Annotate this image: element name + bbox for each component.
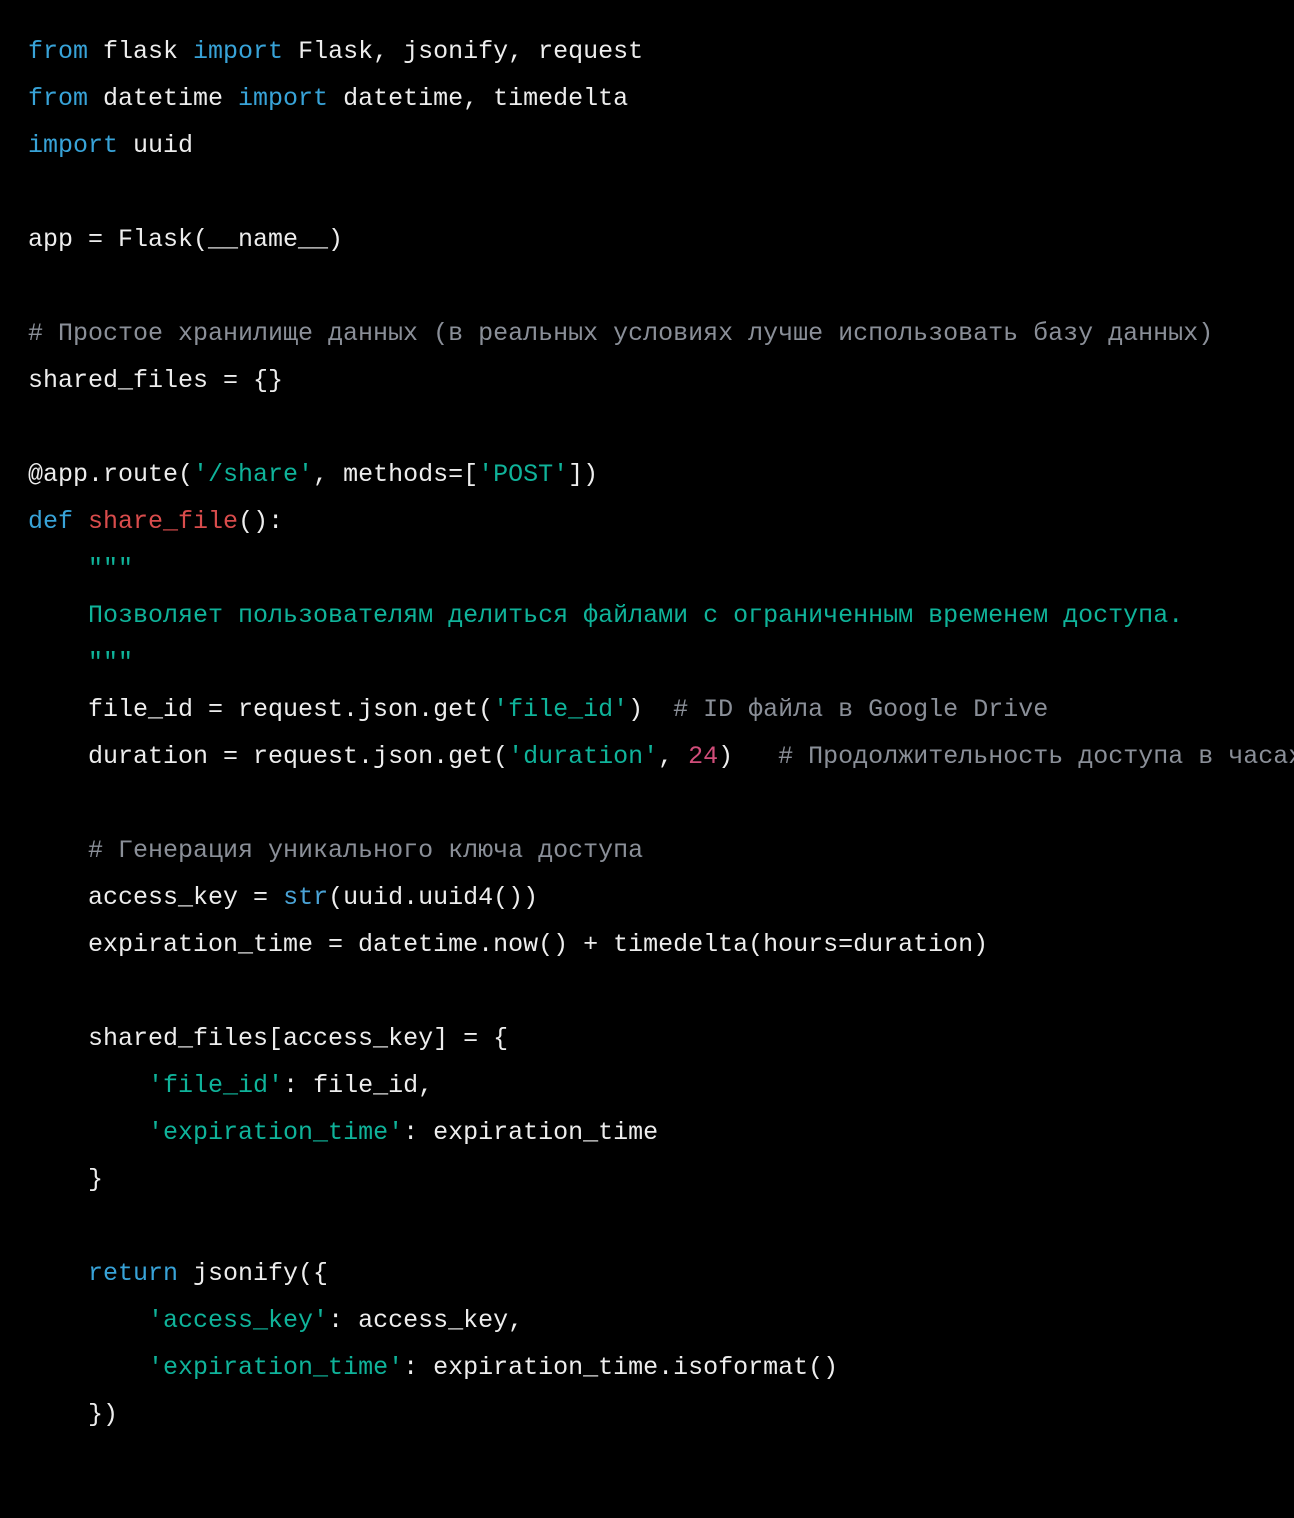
text: }) <box>88 1400 118 1429</box>
keyword-import: import <box>238 84 328 113</box>
code-line: duration = request.json.get('duration', … <box>28 742 1294 771</box>
text: : expiration_time.isoformat() <box>403 1353 838 1382</box>
builtin-str: str <box>283 883 328 912</box>
code-line: Позволяет пользователям делиться файлами… <box>28 601 1183 630</box>
indent <box>28 1071 148 1100</box>
text: jsonify({ <box>178 1259 328 1288</box>
indent <box>28 742 88 771</box>
import-list: datetime, timedelta <box>328 84 628 113</box>
keyword-import: import <box>193 37 283 66</box>
code-line: def share_file(): <box>28 507 283 536</box>
indent <box>28 1353 148 1382</box>
indent <box>28 930 88 959</box>
text: shared_files[access_key] = { <box>88 1024 508 1053</box>
code-line: import uuid <box>28 131 193 160</box>
space <box>73 507 88 536</box>
module-name: datetime <box>88 84 238 113</box>
indent <box>28 1306 148 1335</box>
indent <box>28 836 88 865</box>
keyword-import: import <box>28 131 118 160</box>
text: file_id = request.json.get( <box>88 695 493 724</box>
comment: # ID файла в Google Drive <box>673 695 1048 724</box>
text: duration = request.json.get( <box>88 742 508 771</box>
text: (uuid.uuid4()) <box>328 883 538 912</box>
keyword-def: def <box>28 507 73 536</box>
code-line: @app.route('/share', methods=['POST']) <box>28 460 598 489</box>
string-literal: 'duration' <box>508 742 658 771</box>
decorator: @app.route( <box>28 460 193 489</box>
comment: # Продолжительность доступа в часах <box>778 742 1294 771</box>
code-line: # Простое хранилище данных (в реальных у… <box>28 319 1213 348</box>
text: ) <box>628 695 673 724</box>
import-list: Flask, jsonify, request <box>283 37 643 66</box>
function-name: share_file <box>88 507 238 536</box>
code-line: shared_files[access_key] = { <box>28 1024 508 1053</box>
code-line: }) <box>28 1400 118 1429</box>
string-literal: '/share' <box>193 460 313 489</box>
code-line: 'expiration_time': expiration_time.isofo… <box>28 1353 838 1382</box>
indent <box>28 1400 88 1429</box>
keyword-from: from <box>28 37 88 66</box>
indent <box>28 883 88 912</box>
text: : access_key, <box>328 1306 523 1335</box>
string-literal: 'access_key' <box>148 1306 328 1335</box>
text: } <box>88 1165 103 1194</box>
string-literal: 'expiration_time' <box>148 1353 403 1382</box>
text: , methods=[ <box>313 460 478 489</box>
text: expiration_time = datetime.now() + timed… <box>88 930 988 959</box>
code-line: 'file_id': file_id, <box>28 1071 433 1100</box>
code-line: 'access_key': access_key, <box>28 1306 523 1335</box>
code-line: app = Flask(__name__) <box>28 225 343 254</box>
keyword-return: return <box>88 1259 178 1288</box>
code-line: """ <box>28 554 133 583</box>
indent <box>28 554 88 583</box>
code-line: from flask import Flask, jsonify, reques… <box>28 37 643 66</box>
docstring: """ <box>88 648 133 677</box>
text: : expiration_time <box>403 1118 658 1147</box>
module-name: flask <box>88 37 193 66</box>
module-name: uuid <box>118 131 193 160</box>
code-line: shared_files = {} <box>28 366 283 395</box>
string-literal: 'POST' <box>478 460 568 489</box>
indent <box>28 1024 88 1053</box>
string-literal: 'file_id' <box>493 695 628 724</box>
comment: # Простое хранилище данных (в реальных у… <box>28 319 1213 348</box>
text: access_key = <box>88 883 283 912</box>
code-line: """ <box>28 648 133 677</box>
code-line: access_key = str(uuid.uuid4()) <box>28 883 538 912</box>
text: ) <box>718 742 778 771</box>
code-line: from datetime import datetime, timedelta <box>28 84 628 113</box>
indent <box>28 1165 88 1194</box>
code-line: # Генерация уникального ключа доступа <box>28 836 643 865</box>
keyword-from: from <box>28 84 88 113</box>
indent <box>28 648 88 677</box>
indent <box>28 601 88 630</box>
text: (): <box>238 507 283 536</box>
text: , <box>658 742 688 771</box>
comment: # Генерация уникального ключа доступа <box>88 836 643 865</box>
string-literal: 'expiration_time' <box>148 1118 403 1147</box>
string-literal: 'file_id' <box>148 1071 283 1100</box>
indent <box>28 1259 88 1288</box>
code-line: file_id = request.json.get('file_id') # … <box>28 695 1048 724</box>
code-line: expiration_time = datetime.now() + timed… <box>28 930 988 959</box>
text: : file_id, <box>283 1071 433 1100</box>
code-line: return jsonify({ <box>28 1259 328 1288</box>
indent <box>28 695 88 724</box>
docstring: Позволяет пользователям делиться файлами… <box>88 601 1183 630</box>
docstring: """ <box>88 554 133 583</box>
text: ]) <box>568 460 598 489</box>
number-literal: 24 <box>688 742 718 771</box>
indent <box>28 1118 148 1147</box>
code-line: 'expiration_time': expiration_time <box>28 1118 658 1147</box>
code-line: } <box>28 1165 103 1194</box>
code-block: from flask import Flask, jsonify, reques… <box>0 0 1294 1466</box>
